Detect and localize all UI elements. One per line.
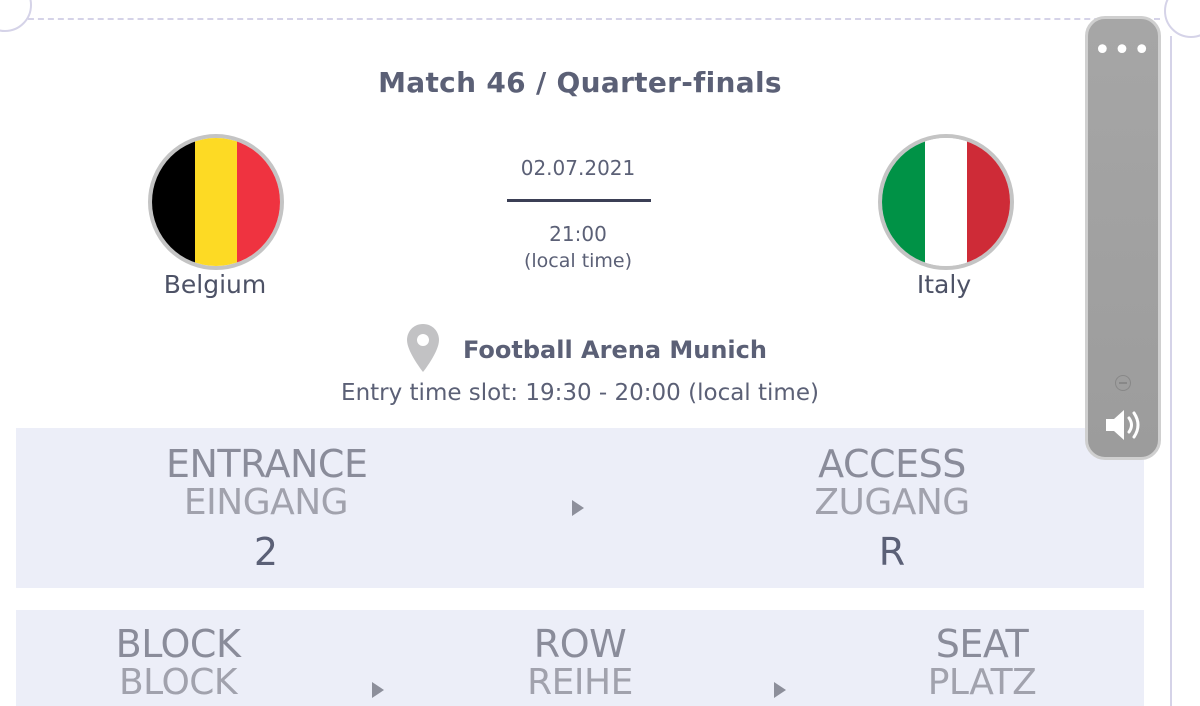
more-dots-icon[interactable]: ••• [1088, 36, 1158, 66]
speaker-icon[interactable] [1104, 407, 1146, 447]
home-team-name: Belgium [163, 270, 267, 299]
entry-time-slot: Entry time slot: 19:30 - 20:00 (local ti… [341, 380, 819, 406]
entrance-access-panel: ENTRANCE EINGANG 2 ACCESS ZUGANG R [16, 428, 1144, 588]
access-label-de: ZUGANG [814, 482, 970, 523]
location-pin-icon [405, 322, 441, 378]
arrow-right-icon [372, 682, 384, 698]
entrance-label: ENTRANCE [166, 442, 368, 486]
time-zone-note: (local time) [523, 250, 633, 272]
block-label-de: BLOCK [118, 662, 238, 703]
arrow-right-icon [572, 500, 584, 516]
entrance-value: 2 [253, 530, 279, 574]
ticket-notch-right [1164, 0, 1200, 38]
block-label: BLOCK [115, 622, 241, 666]
access-label: ACCESS [818, 442, 966, 486]
seat-info-panel: BLOCK BLOCK ROW REIHE SEAT PLATZ [16, 610, 1144, 706]
match-title: Match 46 / Quarter-finals [378, 66, 782, 99]
match-time: 21:00 [549, 222, 607, 246]
row-label-de: REIHE [527, 662, 633, 703]
zoom-out-icon[interactable] [1115, 375, 1131, 391]
access-value: R [878, 530, 906, 574]
arrow-right-icon [774, 682, 786, 698]
ticket-notch-left [0, 0, 32, 32]
belgium-flag-icon [148, 134, 284, 270]
match-date: 02.07.2021 [520, 156, 636, 180]
seat-label: SEAT [935, 622, 1029, 666]
entrance-label-de: EINGANG [183, 482, 349, 523]
date-divider [507, 199, 651, 202]
ticket-perforation-line [8, 18, 1160, 20]
italy-flag-icon [878, 134, 1014, 270]
venue-row: Football Arena Munich [405, 322, 767, 378]
seat-label-de: PLATZ [927, 662, 1037, 703]
venue-name: Football Arena Munich [463, 336, 767, 364]
row-label: ROW [533, 622, 627, 666]
away-team-name: Italy [916, 270, 972, 299]
ticket-edge [1170, 36, 1172, 706]
floating-control-widget[interactable]: ••• [1085, 16, 1161, 460]
